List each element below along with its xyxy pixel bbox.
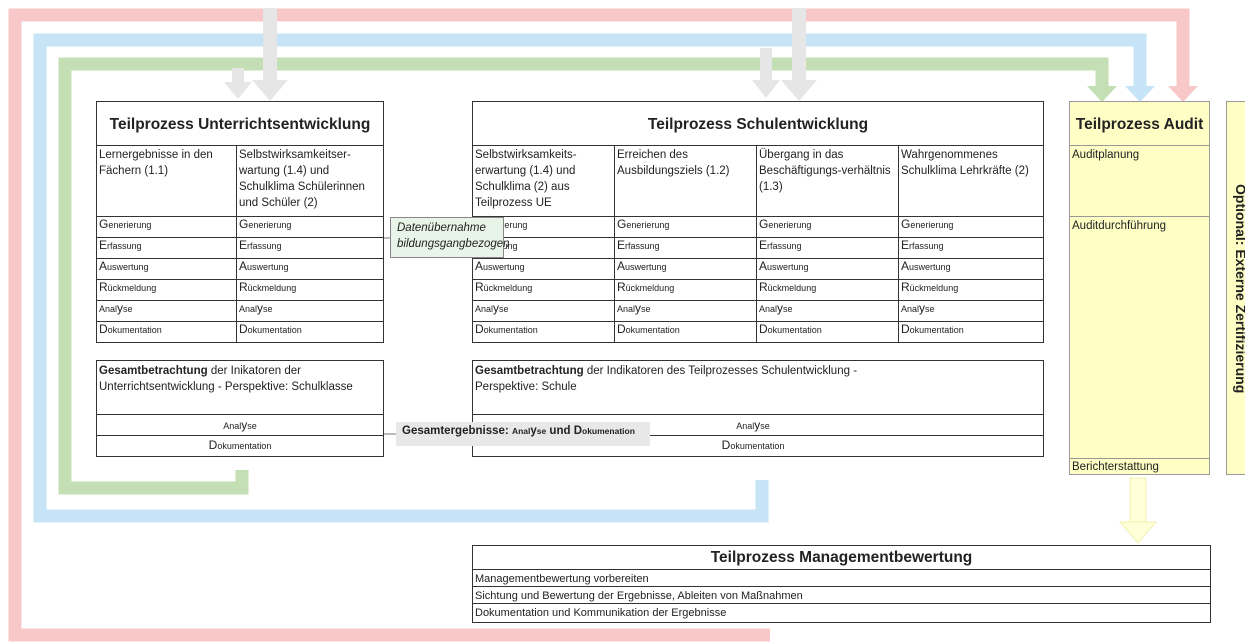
extern-box: Optional: Externe Zertifizierung (1226, 101, 1245, 475)
unterricht-indicator-2: Selbstwirksamkeitser-wartung (1.4) und S… (239, 149, 365, 209)
schule-step-generierung: Generierung (759, 217, 812, 231)
schule-step-rückmeldung: Rückmeldung (759, 280, 817, 294)
management-box: Teilprozess Managementbewertung Manageme… (472, 545, 1211, 623)
unterricht-step-generierung: Generierung (99, 217, 152, 231)
unterricht-step-analyse: Analyse (99, 301, 133, 315)
audit-down-arrow-head (1118, 521, 1158, 544)
schule-step-rückmeldung: Rückmeldung (901, 280, 959, 294)
unterricht-box: Teilprozess Unterrichtsentwicklung Lerne… (96, 101, 384, 343)
unterricht-gesamt-doku: Dokumentation (208, 438, 272, 452)
unterricht-indicator-1: Lernergebnisse in den Fächern (1.1) (99, 149, 213, 177)
red-flow-arrowhead (1168, 86, 1198, 102)
schule-step-auswertung: Auswertung (901, 259, 951, 273)
unterricht-title: Teilprozess Unterrichtsentwicklung (109, 116, 371, 133)
management-item-3: Dokumentation und Kommunikation der Erge… (475, 607, 727, 619)
datenuebernahme-callout: Datenübernahme bildungsgangbezogen (390, 217, 510, 258)
unterricht-step-auswertung: Auswertung (99, 259, 149, 273)
schule-indicator-2: Erreichen des Ausbildungsziels (1.2) (617, 149, 730, 177)
unterricht-step-erfassung: Erfassung (99, 238, 142, 252)
unterricht-step-analyse: Analyse (239, 301, 273, 315)
schule-gesamt-analyse: Analyse (736, 418, 770, 432)
schule-indicator-3: Übergang in das Beschäftigungs-verhältni… (759, 149, 891, 193)
unterricht-step-rückmeldung: Rückmeldung (239, 280, 297, 294)
schule-step-auswertung: Auswertung (475, 259, 525, 273)
schule-indicator-4: Wahrgenommenes Schulklima Lehrkräfte (2) (901, 149, 1029, 177)
schule-step-erfassung: Erfassung (617, 238, 660, 252)
audit-title: Teilprozess Audit (1075, 116, 1204, 133)
unterricht-gesamt-analyse: Analyse (223, 418, 257, 432)
schule-gesamt-doku: Dokumentation (721, 438, 785, 452)
unterricht-step-rückmeldung: Rückmeldung (99, 280, 157, 294)
schule-indicator-1: Selbstwirksamkeits-erwartung (1.4) und S… (475, 149, 577, 209)
audit-item-durchfuehrung: Auditdurchführung (1072, 220, 1166, 232)
unterricht-gesamt-box: Gesamtbetrachtung der Inikatoren der Unt… (96, 360, 384, 457)
audit-item-planung: Auditplanung (1072, 149, 1140, 161)
unterricht-step-dokumentation: Dokumentation (99, 322, 162, 336)
schule-step-erfassung: Erfassung (759, 238, 802, 252)
schule-step-rückmeldung: Rückmeldung (475, 280, 533, 294)
unterricht-step-erfassung: Erfassung (239, 238, 282, 252)
schule-step-dokumentation: Dokumentation (617, 322, 680, 336)
schule-step-generierung: Generierung (901, 217, 954, 231)
audit-item-berichterstattung: Berichterstattung (1072, 461, 1159, 473)
schule-step-dokumentation: Dokumentation (901, 322, 964, 336)
schule-step-auswertung: Auswertung (617, 259, 667, 273)
unterricht-step-dokumentation: Dokumentation (239, 322, 302, 336)
schule-step-auswertung: Auswertung (759, 259, 809, 273)
blue-flow-arrowhead (1125, 86, 1155, 102)
schule-step-dokumentation: Dokumentation (475, 322, 538, 336)
schule-step-analyse: Analyse (759, 301, 793, 315)
schule-step-generierung: Generierung (617, 217, 670, 231)
schule-step-rückmeldung: Rückmeldung (617, 280, 675, 294)
schule-step-analyse: Analyse (475, 301, 509, 315)
schule-title: Teilprozess Schulentwicklung (647, 116, 869, 133)
schule-step-dokumentation: Dokumentation (759, 322, 822, 336)
unterricht-step-generierung: Generierung (239, 217, 292, 231)
audit-down-arrow-shaft (1129, 477, 1147, 525)
grey-input-arrows (224, 8, 817, 101)
extern-label: Optional: Externe Zertifizierung (1233, 184, 1245, 394)
schule-step-analyse: Analyse (901, 301, 935, 315)
management-title: Teilprozess Managementbewertung (710, 549, 973, 566)
schule-step-erfassung: Erfassung (901, 238, 944, 252)
unterricht-step-auswertung: Auswertung (239, 259, 289, 273)
green-flow-arrowhead (1087, 86, 1117, 102)
audit-box: Teilprozess Audit Auditplanung Auditdurc… (1069, 101, 1210, 475)
schule-step-analyse: Analyse (617, 301, 651, 315)
schule-box: Teilprozess Schulentwicklung Selbstwirks… (472, 101, 1044, 343)
unterricht-gesamt-text: Gesamtbetrachtung der Inikatoren der Unt… (99, 365, 353, 393)
gesamtergebnisse-label: Gesamtergebnisse: Analyse und Dokumenati… (396, 422, 650, 446)
schule-gesamt-text: Gesamtbetrachtung der Indikatoren des Te… (475, 365, 858, 393)
